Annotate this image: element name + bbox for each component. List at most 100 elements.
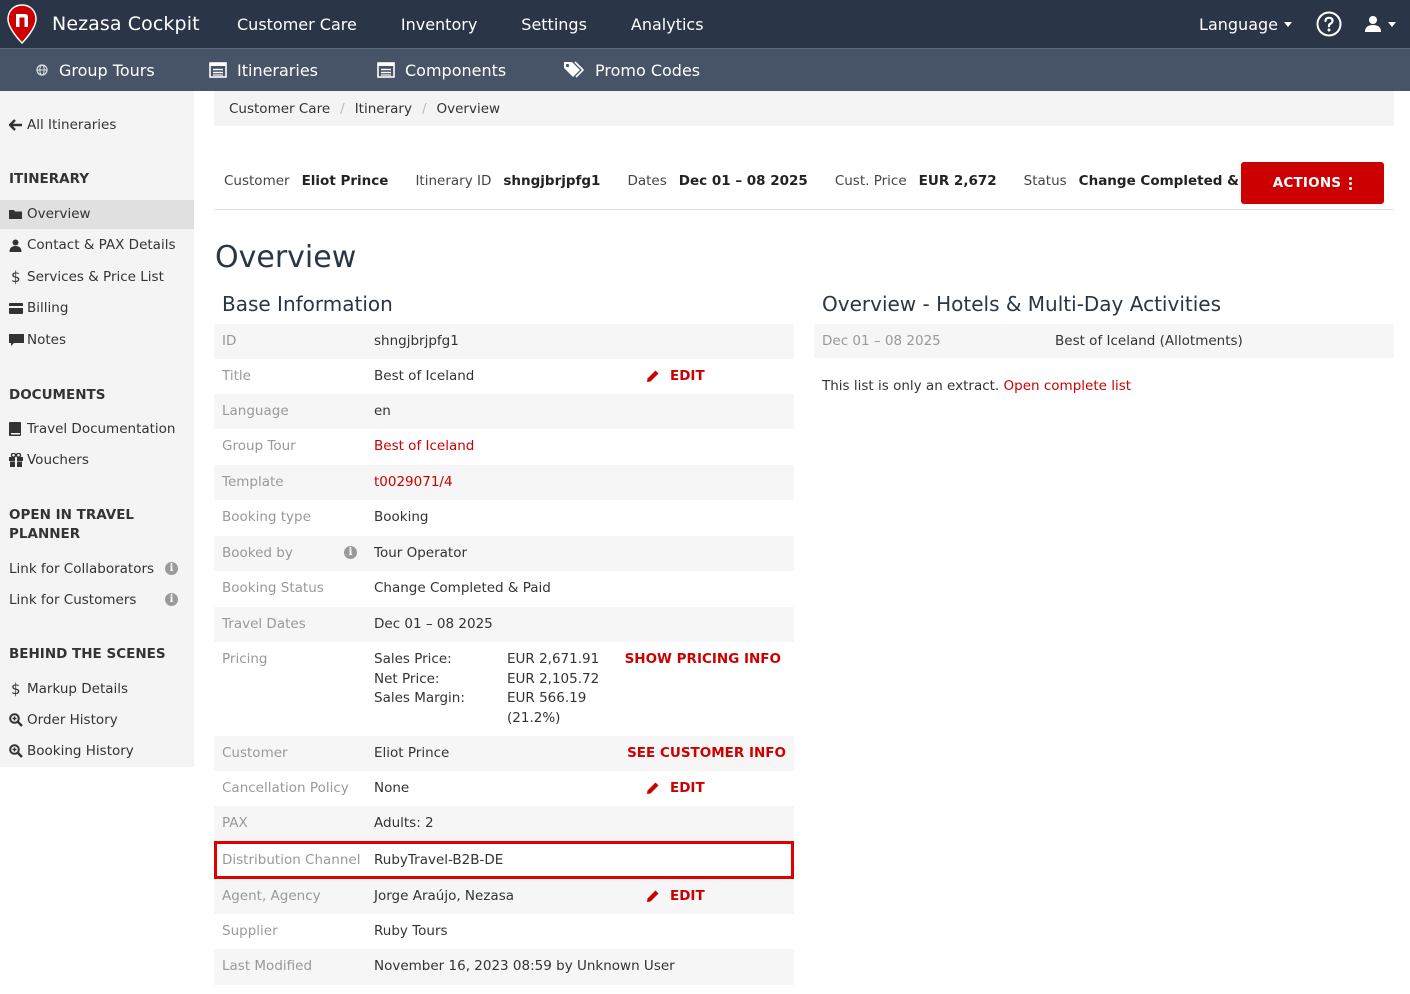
base-information-table: ID shngjbrjpfg1 Title Best of Iceland ED…	[214, 324, 794, 985]
user-menu[interactable]	[1364, 15, 1396, 33]
subnav-label: Itineraries	[237, 60, 319, 80]
search-icon	[9, 744, 25, 758]
header-itinerary-id: shngjbrjpfg1	[503, 173, 601, 189]
table-row-pricing: Pricing Sales Price: EUR 2,671.91 Net Pri…	[214, 642, 794, 736]
subnav-label: Group Tours	[59, 60, 155, 80]
hotel-dates: Dec 01 – 08 2025	[822, 333, 941, 349]
hotel-name: Best of Iceland (Allotments)	[1055, 333, 1243, 349]
breadcrumb: Customer Care / Itinerary / Overview	[214, 91, 1394, 126]
sidebar-item-overview[interactable]: Overview	[9, 206, 91, 222]
subnav-group-tours[interactable]: Group Tours	[35, 49, 155, 91]
nezasa-logo-icon	[6, 4, 38, 44]
language-label: Language	[1199, 14, 1278, 34]
caret-down-icon	[1388, 21, 1396, 27]
edit-agent-button[interactable]: EDIT	[646, 888, 705, 904]
dollar-icon: $	[11, 268, 21, 286]
list-icon	[377, 62, 395, 78]
hotels-title: Overview - Hotels & Multi-Day Activities	[822, 292, 1221, 316]
language-dropdown[interactable]: Language	[1199, 15, 1292, 34]
table-row-customer: Customer Eliot Prince SEE CUSTOMER INFO	[214, 736, 794, 771]
open-complete-list-link[interactable]: Open complete list	[1004, 378, 1132, 394]
sidebar-item-link-collaborators[interactable]: Link for Collaborators	[9, 561, 154, 577]
folder-icon	[9, 208, 25, 220]
subnav-label: Promo Codes	[595, 60, 701, 80]
section-itinerary-title: ITINERARY	[9, 171, 90, 187]
sidebar-item-link-customers[interactable]: Link for Customers	[9, 592, 136, 608]
subnav-promo-codes[interactable]: Promo Codes	[563, 49, 700, 91]
header-customer: Eliot Prince	[301, 173, 389, 189]
breadcrumb-overview: Overview	[436, 100, 501, 117]
table-row-template: Template t0029071/4	[214, 465, 794, 500]
edit-title-button[interactable]: EDIT	[646, 368, 705, 384]
brand-name: Nezasa Cockpit	[52, 13, 200, 35]
breadcrumb-separator: /	[421, 100, 427, 117]
topnav-analytics[interactable]: Analytics	[631, 15, 704, 34]
header-price: EUR 2,672	[918, 173, 997, 189]
section-documents-title: DOCUMENTS	[9, 387, 106, 403]
table-row-supplier: Supplier Ruby Tours	[222, 923, 448, 939]
pencil-icon	[646, 889, 660, 903]
group-tours-icon	[35, 64, 49, 76]
help-icon[interactable]	[1316, 11, 1342, 37]
section-travel-planner-title: OPEN IN TRAVEL PLANNER	[9, 507, 135, 542]
breadcrumb-separator: /	[340, 100, 345, 117]
base-information-title: Base Information	[222, 292, 393, 316]
subnav-components[interactable]: Components	[377, 49, 506, 91]
show-pricing-info-button[interactable]: SHOW PRICING INFO	[625, 651, 781, 667]
sidebar-item-booking-history[interactable]: Booking History	[9, 743, 134, 759]
see-customer-info-button[interactable]: SEE CUSTOMER INFO	[627, 745, 786, 761]
pricing-details: Sales Price: EUR 2,671.91 Net Price: EUR 2…	[374, 651, 600, 726]
info-icon[interactable]: i	[165, 562, 178, 575]
info-icon[interactable]: i	[344, 546, 357, 559]
table-row-language: Language en	[214, 394, 794, 429]
dollar-icon: $	[11, 680, 21, 698]
user-icon	[9, 239, 25, 252]
top-nav: Customer Care Inventory Settings Analyti…	[237, 0, 748, 48]
edit-cancellation-button[interactable]: EDIT	[646, 780, 705, 796]
list-icon	[209, 62, 227, 78]
sidebar: All Itineraries ITINERARY Overview Conta…	[0, 91, 194, 767]
pencil-icon	[646, 781, 660, 795]
tags-icon	[563, 61, 585, 79]
table-row-title: Title Best of Iceland EDIT	[222, 368, 705, 384]
topnav-customer-care[interactable]: Customer Care	[237, 15, 357, 34]
sidebar-item-billing[interactable]: Billing	[9, 300, 68, 316]
section-behind-scenes-title: BEHIND THE SCENES	[9, 646, 166, 662]
table-row-cancellation-policy: Cancellation Policy None EDIT	[222, 780, 705, 796]
actions-button[interactable]: ACTIONS	[1241, 162, 1384, 204]
table-row-booking-type: Booking type Booking	[222, 509, 429, 525]
sidebar-item-notes[interactable]: Notes	[9, 332, 66, 348]
sidebar-item-contact-pax[interactable]: Contact & PAX Details	[9, 237, 176, 253]
pencil-icon	[646, 369, 660, 383]
breadcrumb-customer-care[interactable]: Customer Care	[229, 101, 330, 117]
page-title: Overview	[215, 240, 357, 275]
topnav-settings[interactable]: Settings	[521, 15, 587, 34]
table-row-last-modified: Last Modified November 16, 2023 08:59 by…	[214, 949, 794, 985]
info-icon[interactable]: i	[165, 593, 178, 606]
topnav-inventory[interactable]: Inventory	[401, 15, 477, 34]
hotels-table-row: Dec 01 – 08 2025 Best of Iceland (Allotm…	[814, 324, 1394, 358]
caret-down-icon	[1284, 21, 1292, 27]
table-row-pax: PAX Adults: 2	[214, 806, 794, 841]
sidebar-item-services-price[interactable]: $ Services & Price List	[9, 268, 164, 286]
sidebar-item-travel-documentation[interactable]: Travel Documentation	[9, 421, 176, 437]
table-row-agent-agency: Agent, Agency Jorge Araújo, Nezasa EDIT	[214, 879, 794, 914]
itinerary-header: Customer Eliot Prince Itinerary ID shngj…	[214, 162, 1394, 210]
book-icon	[9, 422, 25, 436]
subnav-itineraries[interactable]: Itineraries	[209, 49, 318, 91]
table-row-id: ID shngjbrjpfg1	[214, 324, 794, 359]
vertical-dots-icon	[1349, 176, 1353, 191]
all-itineraries-link[interactable]: All Itineraries	[9, 117, 116, 133]
sub-navbar: Group Tours Itineraries Components Promo…	[0, 48, 1410, 91]
extract-note: This list is only an extract. Open compl…	[822, 378, 1132, 394]
arrow-left-icon	[9, 119, 25, 131]
sidebar-item-vouchers[interactable]: Vouchers	[9, 452, 89, 468]
template-link[interactable]: t0029071/4	[374, 474, 453, 490]
comment-icon	[9, 333, 25, 347]
gift-icon	[9, 453, 25, 467]
brand[interactable]: Nezasa Cockpit	[6, 4, 200, 44]
breadcrumb-itinerary[interactable]: Itinerary	[355, 101, 412, 117]
sidebar-item-order-history[interactable]: Order History	[9, 712, 118, 728]
sidebar-item-markup-details[interactable]: $ Markup Details	[9, 680, 128, 698]
group-tour-link[interactable]: Best of Iceland	[374, 438, 474, 454]
